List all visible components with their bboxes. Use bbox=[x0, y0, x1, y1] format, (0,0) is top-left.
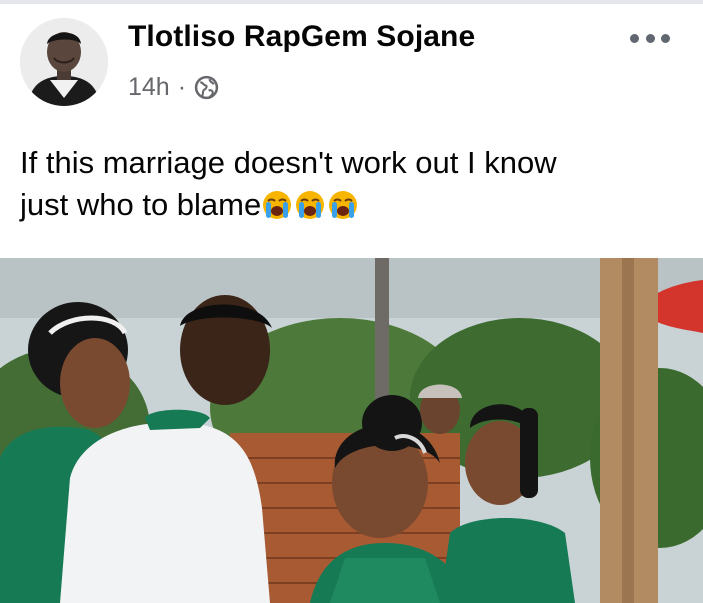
author-avatar[interactable] bbox=[20, 18, 108, 106]
avatar-photo bbox=[20, 18, 108, 106]
wedding-photo bbox=[0, 258, 703, 603]
crying-face-icon bbox=[261, 189, 293, 221]
author-name[interactable]: Tlotliso RapGem Sojane bbox=[128, 20, 475, 54]
post-photo[interactable] bbox=[0, 258, 703, 603]
more-options-icon[interactable] bbox=[630, 26, 670, 50]
more-dot bbox=[661, 33, 670, 43]
crying-face-icon bbox=[294, 189, 326, 221]
post-text-line: just who to blame bbox=[20, 184, 690, 232]
post-meta: 14h · bbox=[128, 72, 219, 102]
emoji-group bbox=[261, 189, 360, 232]
post-text: If this marriage doesn't work out I know… bbox=[20, 142, 690, 232]
post-header: Tlotliso RapGem Sojane 14h · bbox=[0, 4, 703, 114]
more-dot bbox=[645, 33, 655, 43]
meta-separator: · bbox=[177, 72, 187, 101]
more-dot bbox=[630, 33, 639, 43]
globe-icon[interactable] bbox=[194, 75, 219, 100]
post-text-line-2: just who to blame bbox=[20, 187, 262, 222]
post-timestamp[interactable]: 14h bbox=[128, 73, 170, 102]
crying-face-icon bbox=[327, 189, 359, 221]
post-text-line: If this marriage doesn't work out I know bbox=[20, 145, 557, 180]
